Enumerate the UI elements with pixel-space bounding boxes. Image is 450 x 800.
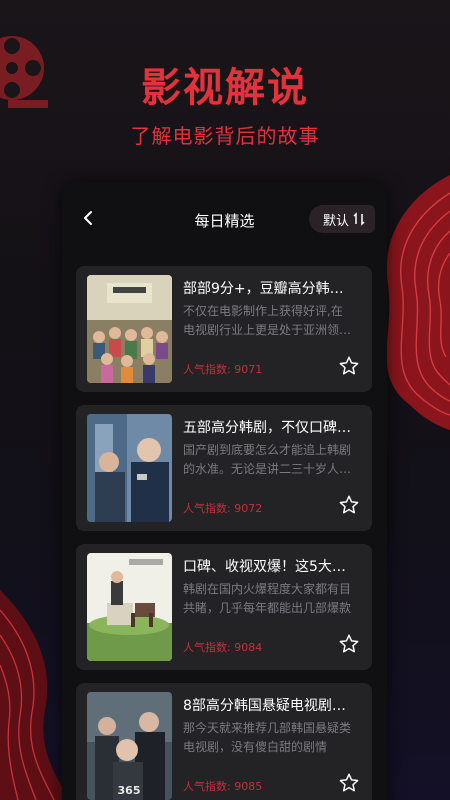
star-icon[interactable] <box>338 355 360 377</box>
poster-caption: 365 <box>118 784 141 797</box>
list-item[interactable]: 部部9分+，豆瓣高分韩剧推荐 不仅在电影制作上获得好评,在电视剧行业上更是处于亚… <box>76 266 372 392</box>
list-item[interactable]: 口碑、收视双爆！这5大韩剧你看过吗 韩剧在国内火爆程度大家都有目共睹，几乎每年都… <box>76 544 372 670</box>
poster-image <box>87 275 172 383</box>
phone-screen: 每日精选 默认 部部9分+，豆瓣高分韩剧 不仅在电影制作上获得好评,在电视剧行业… <box>62 182 387 800</box>
poster-image <box>87 414 172 522</box>
screen-header: 每日精选 默认 <box>62 182 387 258</box>
popularity-index: 人气指数: 9071 <box>183 363 263 376</box>
star-icon[interactable] <box>338 772 360 794</box>
contour-decoration-left <box>0 590 70 800</box>
poster-image: 365 <box>87 692 172 800</box>
card-description: 那今天就来推荐几部韩国悬疑类电视剧，没有傻白甜的剧情 <box>183 721 352 754</box>
hero-title: 影视解说 <box>141 65 309 111</box>
card-title: 部部9分+，豆瓣高分韩剧推荐 <box>183 281 351 297</box>
card-description: 韩剧在国内火爆程度大家都有目共睹，几乎每年都能出几部爆款 <box>183 582 352 615</box>
hero-subtitle: 了解电影背后的故事 <box>130 124 320 148</box>
card-title: 口碑、收视双爆！这5大韩剧你看过吗 <box>183 559 351 575</box>
popularity-index: 人气指数: 9072 <box>183 502 263 515</box>
sort-arrows-icon <box>353 212 365 226</box>
list-item[interactable]: 365 8部高分韩国悬疑电视剧推荐 那今天就来推荐几部韩国悬疑类电视剧，没有傻白… <box>76 683 372 800</box>
sort-button[interactable]: 默认 <box>308 205 375 233</box>
poster-image <box>87 553 172 661</box>
popularity-index: 人气指数: 9084 <box>183 641 263 654</box>
star-icon[interactable] <box>338 633 360 655</box>
list-item[interactable]: 五部高分韩剧，不仅口碑好还很好看 国产剧到底要怎么才能追上韩剧的水准。无论是讲二… <box>76 405 372 531</box>
sort-label: 默认 <box>322 213 349 229</box>
popularity-index: 人气指数: 9085 <box>183 780 263 793</box>
card-description: 国产剧到底要怎么才能追上韩剧的水准。无论是讲二三十岁人的故事 <box>183 443 352 476</box>
article-list: 部部9分+，豆瓣高分韩剧推荐 不仅在电影制作上获得好评,在电视剧行业上更是处于亚… <box>76 266 372 800</box>
card-title: 五部高分韩剧，不仅口碑好还很好看 <box>183 420 351 436</box>
card-title: 8部高分韩国悬疑电视剧推荐 <box>183 698 351 714</box>
card-description: 不仅在电影制作上获得好评,在电视剧行业上更是处于亚洲领先地位 <box>183 304 352 337</box>
star-icon[interactable] <box>338 494 360 516</box>
